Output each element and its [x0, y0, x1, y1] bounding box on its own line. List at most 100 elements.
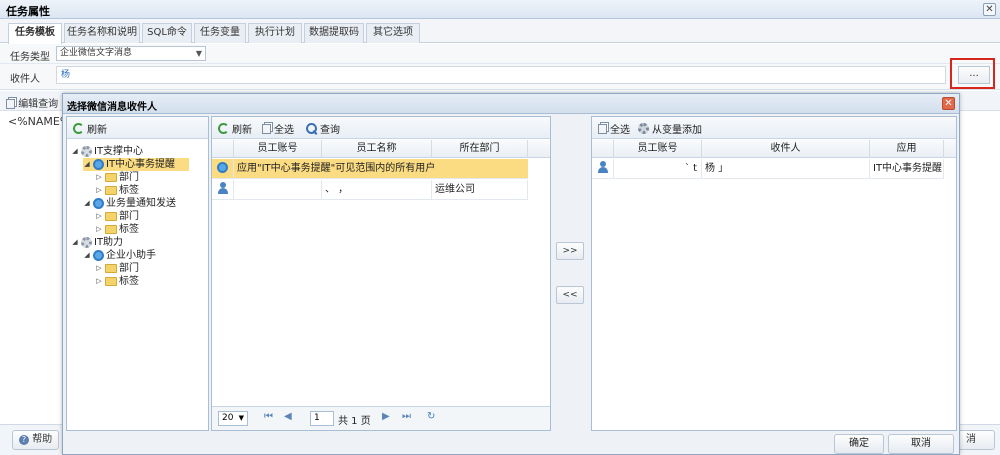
tree-node-label: IT支撑中心: [94, 146, 144, 157]
tree-node-label: 部门: [119, 172, 139, 183]
recipient-field[interactable]: 杨: [56, 66, 946, 84]
page-total: 共 1 页: [338, 416, 371, 427]
tree-node-label: 标签: [119, 224, 139, 235]
tab-sql[interactable]: SQL命令: [142, 23, 192, 43]
all-visible-users-cell: 应用"IT中心事务提醒"可见范围内的所有用户: [237, 163, 436, 174]
search-icon: [306, 123, 317, 134]
tree-node-label: 部门: [119, 263, 139, 274]
expand-toggle-icon[interactable]: ◢: [71, 236, 79, 249]
collapse-toggle-icon[interactable]: ▷: [95, 171, 103, 184]
window-close-icon[interactable]: ✕: [983, 3, 996, 16]
tree-node[interactable]: ◢ 企业小助手: [83, 249, 156, 262]
collapse-toggle-icon[interactable]: ▷: [95, 275, 103, 288]
tree-refresh-button[interactable]: 刷新: [73, 121, 107, 136]
edit-icon: [6, 99, 15, 109]
account-cell: [234, 180, 322, 200]
expand-toggle-icon[interactable]: ◢: [83, 158, 91, 171]
move-left-button[interactable]: <<: [556, 286, 584, 304]
tree-node[interactable]: ▷ 部门: [95, 171, 139, 184]
col-name[interactable]: 员工名称: [322, 140, 432, 158]
tree-node[interactable]: ▷ 部门: [95, 262, 139, 275]
last-page-icon[interactable]: ⏭: [402, 411, 411, 422]
collapse-toggle-icon[interactable]: ▷: [95, 262, 103, 275]
first-page-icon[interactable]: ⏮: [264, 411, 273, 422]
user-icon: [217, 182, 229, 194]
gear-icon: [81, 146, 92, 157]
tab-task-variables[interactable]: 任务变量: [194, 23, 246, 43]
folder-icon: [105, 186, 117, 195]
member-select-all-button[interactable]: 全选: [262, 121, 294, 136]
tree-node[interactable]: ▷ 标签: [95, 275, 139, 288]
tree-node-label: IT助力: [94, 237, 124, 248]
col-account[interactable]: 员工账号: [234, 140, 322, 158]
tab-bar: 任务模板 任务名称和说明 SQL命令 任务变量 执行计划 数据提取码 其它选项: [0, 19, 1000, 44]
app-icon: [217, 162, 228, 173]
app-cell: IT中心事务提醒: [870, 159, 944, 179]
help-button[interactable]: ? 帮助: [12, 430, 60, 450]
page-input[interactable]: 1: [310, 411, 334, 426]
col-dept[interactable]: 所在部门: [432, 140, 528, 158]
dialog-close-icon[interactable]: ✕: [942, 97, 955, 110]
recipient-dialog: 选择微信消息收件人 ✕ 刷新 ◢ IT支撑中心 ◢ IT中心事务提醒 ▷ 部门 ▷ 标签 ◢ 业务…: [62, 93, 960, 455]
folder-icon: [105, 173, 117, 182]
selected-select-all-button[interactable]: 全选: [598, 121, 630, 136]
select-all-icon: [262, 123, 271, 134]
collapse-toggle-icon[interactable]: ▷: [95, 184, 103, 197]
pager: 20 ▼ ⏮ ◀ 1 共 1 页 ▶ ⏭ ↻: [212, 406, 550, 430]
tab-task-name[interactable]: 任务名称和说明: [64, 23, 140, 43]
prev-page-icon[interactable]: ◀: [284, 411, 292, 422]
task-type-select[interactable]: 企业微信文字消息 ▼: [56, 46, 206, 61]
expand-toggle-icon[interactable]: ◢: [83, 249, 91, 262]
outer-cancel-button[interactable]: 消: [955, 430, 995, 450]
col-recipient[interactable]: 收件人: [702, 140, 870, 158]
tab-other-options[interactable]: 其它选项: [366, 23, 420, 43]
recipient-cell: 杨 」: [702, 159, 870, 179]
help-icon: ?: [19, 435, 29, 445]
expand-toggle-icon[interactable]: ◢: [71, 145, 79, 158]
tree-node[interactable]: ◢ IT助力: [71, 236, 123, 249]
table-row[interactable]: 应用"IT中心事务提醒"可见范围内的所有用户: [212, 159, 528, 179]
collapse-toggle-icon[interactable]: ▷: [95, 210, 103, 223]
add-from-variable-button[interactable]: 从变量添加: [638, 121, 702, 136]
app-icon: [93, 250, 104, 261]
recipient-value: 杨: [61, 70, 71, 80]
collapse-toggle-icon[interactable]: ▷: [95, 223, 103, 236]
tree-node[interactable]: ◢ 业务量通知发送: [83, 197, 176, 210]
tree-node-label: 业务量通知发送: [106, 198, 176, 209]
gear-icon: [81, 237, 92, 248]
folder-icon: [105, 277, 117, 286]
edit-query-button[interactable]: 编辑查询: [6, 95, 58, 110]
member-toolbar: 刷新 全选 查询: [212, 117, 550, 139]
ok-button[interactable]: 确定: [834, 434, 884, 454]
tab-schedule[interactable]: 执行计划: [248, 23, 302, 43]
col-app[interactable]: 应用: [870, 140, 944, 158]
member-refresh-button[interactable]: 刷新: [218, 121, 252, 136]
tree-node[interactable]: ▷ 标签: [95, 223, 139, 236]
tree-toolbar: 刷新: [67, 117, 208, 139]
page-size-select[interactable]: 20 ▼: [218, 411, 248, 426]
app-icon: [93, 198, 104, 209]
selected-toolbar: 全选 从变量添加: [592, 117, 956, 139]
user-icon: [597, 161, 609, 173]
tree-node[interactable]: ◢ IT中心事务提醒: [83, 158, 190, 171]
col-account[interactable]: 员工账号: [614, 140, 702, 158]
move-right-button[interactable]: >>: [556, 242, 584, 260]
table-row[interactable]: 、 ， 运维公司: [212, 180, 528, 200]
reload-icon[interactable]: ↻: [427, 411, 435, 422]
editor-text: <%NAME%: [8, 115, 71, 128]
name-cell: 、 ，: [322, 180, 432, 200]
next-page-icon[interactable]: ▶: [382, 411, 390, 422]
member-query-button[interactable]: 查询: [306, 121, 340, 136]
tree-node[interactable]: ▷ 标签: [95, 184, 139, 197]
member-panel: 刷新 全选 查询 员工账号 员工名称 所在部门 应用"IT中心事务提醒"可见范围…: [211, 116, 551, 431]
tree-node[interactable]: ◢ IT支撑中心: [71, 145, 143, 158]
expand-toggle-icon[interactable]: ◢: [83, 197, 91, 210]
tree-node-label: 标签: [119, 276, 139, 287]
tab-task-template[interactable]: 任务模板: [8, 23, 62, 44]
table-row[interactable]: ` t 杨 」 IT中心事务提醒: [592, 159, 944, 179]
chevron-down-icon: ▼: [238, 414, 244, 422]
tree-node[interactable]: ▷ 部门: [95, 210, 139, 223]
cancel-button[interactable]: 取消: [888, 434, 954, 454]
dialog-titlebar: 选择微信消息收件人: [63, 94, 959, 114]
tab-extract-code[interactable]: 数据提取码: [304, 23, 364, 43]
